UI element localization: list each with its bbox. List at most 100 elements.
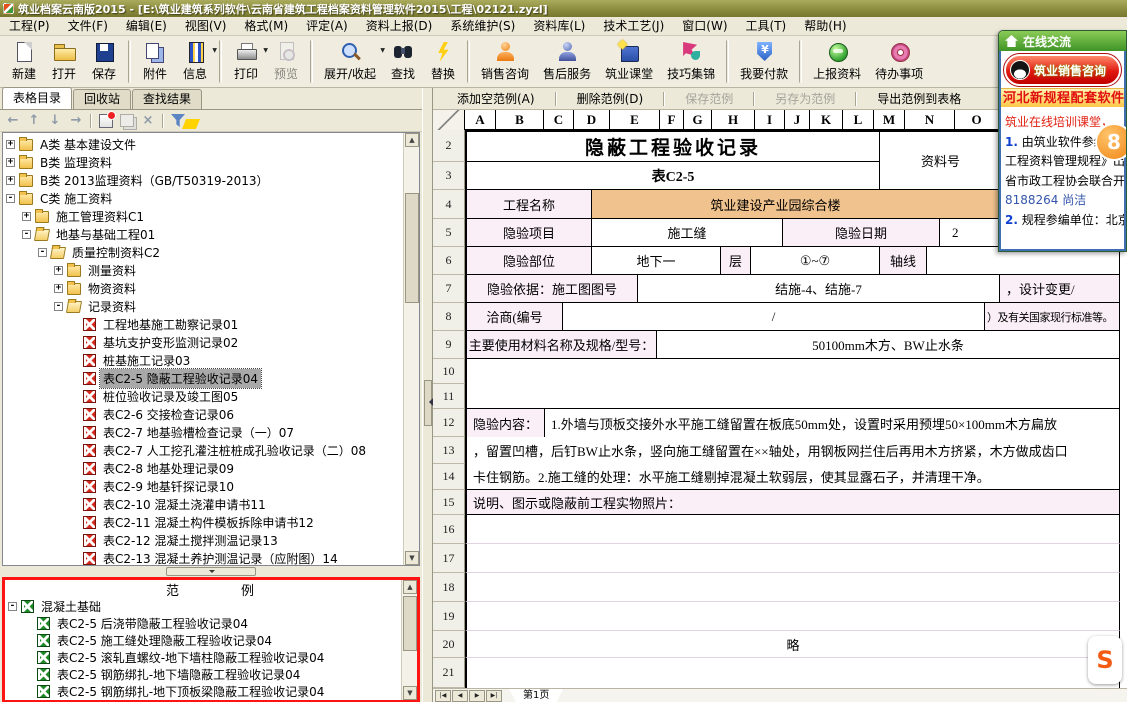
qq-sales-button[interactable]: 筑业销售咨询 [1004,54,1121,86]
column-header[interactable]: D [574,110,610,130]
dropdown-arrow-icon[interactable]: ▼ [212,47,217,54]
tree-item[interactable]: 表C2-11 混凝土构件模板拆除申请书12 [3,513,403,531]
tree-scrollbar[interactable]: ▲ ▼ [403,133,419,565]
attachment-button[interactable]: 附件 ▼ [135,36,175,87]
cell-hidden-part-label[interactable]: 隐验部位 [465,247,592,275]
tree-item[interactable]: 物资资料 [3,279,403,297]
tree-item[interactable]: B类 2013监理资料（GB/T50319-2013） [3,171,403,189]
splitter-collapse-left-icon[interactable] [424,380,432,426]
pay-button[interactable]: 我要付款 ▼ [733,36,795,87]
save-example-button[interactable]: 保存范例 [671,89,747,108]
delete-item-button[interactable]: × [141,113,155,128]
cell-axis-label[interactable]: 轴线 [880,247,927,275]
tree-item[interactable]: 测量资料 [3,261,403,279]
row-number[interactable]: 5 [433,219,465,247]
tree-expander-icon[interactable] [6,158,15,167]
cell-hidden-part-value[interactable]: 地下一 [592,247,721,275]
menu-item[interactable]: 工程(P) [0,18,59,35]
row-number[interactable]: 9 [433,331,465,359]
save-as-example-button[interactable]: 另存为范例 [761,89,849,108]
column-header[interactable]: N [905,110,955,130]
prev-sheet-button[interactable]: ◀ [452,690,468,702]
tree-item[interactable]: 质量控制资料C2 [3,243,403,261]
row-number[interactable]: 20 [433,631,465,658]
cell-omitted[interactable]: 略 [465,631,1120,658]
menu-item[interactable]: 技术工艺(J) [594,18,673,35]
row-number[interactable]: 3 [433,162,465,190]
last-sheet-button[interactable]: ▶| [486,690,502,702]
catalog-tab[interactable]: 回收站 [73,89,131,109]
column-header[interactable]: J [785,110,810,130]
first-sheet-button[interactable]: |◀ [435,690,451,702]
example-item[interactable]: 表C2-5 施工缝处理隐蔽工程验收记录04 [5,632,417,649]
column-header[interactable]: G [684,110,712,130]
cell-empty[interactable] [465,573,1120,602]
cell-hidden-item-value[interactable]: 施工缝 [592,219,783,247]
tree-expander-icon[interactable] [22,230,31,239]
example-item[interactable]: 表C2-5 钢筋绑扎-地下顶板梁隐蔽工程验收记录04 [5,683,417,700]
tree-item[interactable]: 表C2-5 隐蔽工程验收记录04 [3,369,403,387]
tree-item[interactable]: B类 监理资料 [3,153,403,171]
menu-item[interactable]: 帮助(H) [795,18,855,35]
cell-design-change-label[interactable]: ，设计变更/ [1000,275,1120,303]
scroll-up-icon[interactable]: ▲ [405,133,419,147]
examples-scrollbar-thumb[interactable] [403,596,417,651]
cell-empty[interactable] [465,515,1120,544]
cell-standards-label[interactable]: ）及有关国家现行标准等。 [985,303,1120,331]
column-header[interactable]: A [465,110,496,130]
column-header[interactable]: E [610,110,660,130]
title-bar[interactable]: 筑业档案云南版2015 - [E:\筑业建筑系列软件\云南省建筑工程档案资料管理… [0,0,1127,17]
row-number[interactable]: 8 [433,303,465,331]
scroll-down-icon[interactable]: ▼ [403,686,417,700]
row-number[interactable]: 12 [433,409,465,437]
menu-item[interactable]: 系统维护(S) [441,18,524,35]
cell-negotiation-value[interactable]: / [563,303,985,331]
cell-content-text-1[interactable]: 1.外墙与顶板交接外水平施工缝留置在板底50mm处，设置时采用预埋50×100m… [545,409,1120,437]
cell-floor-label[interactable]: 层 [721,247,751,275]
tree-item[interactable]: 地基与基础工程01 [3,225,403,243]
notification-badge[interactable]: 8 [1095,123,1127,161]
preview-button[interactable]: 预览 ▼ [266,36,306,87]
menu-item[interactable]: 资料上报(D) [357,18,442,35]
tree-item[interactable]: 表C2-9 地基钎探记录10 [3,477,403,495]
chat-line[interactable]: 8188264 尚洁 [1005,191,1120,211]
after-sales-button[interactable]: 售后服务 ▼ [536,36,598,87]
cell-empty[interactable] [465,384,1120,409]
tree-expander-icon[interactable] [22,212,31,221]
row-number[interactable]: 4 [433,190,465,219]
menu-item[interactable]: 文件(F) [59,18,117,35]
tree-expander-icon[interactable] [8,602,17,611]
info-button[interactable]: 信息 ▼ [175,36,215,87]
tree-expander-icon[interactable] [54,284,63,293]
row-number[interactable]: 21 [433,658,465,688]
tree-item[interactable]: 表C2-7 地基验槽检查记录（一）07 [3,423,403,441]
menu-item[interactable]: 评定(A) [297,18,357,35]
move-down-button[interactable]: ↓ [48,113,62,128]
row-number[interactable]: 10 [433,359,465,384]
chat-line[interactable]: 2. 规程参编单位：北京 [1005,211,1120,231]
tree-expander-icon[interactable] [54,266,63,275]
row-number[interactable]: 14 [433,464,465,490]
menu-item[interactable]: 窗口(W) [673,18,736,35]
add-item-button[interactable] [99,114,113,128]
tree-item[interactable]: 基坑支护变形监测记录02 [3,333,403,351]
select-all-corner[interactable] [433,110,465,130]
tips-button[interactable]: 技巧集锦 ▼ [660,36,722,87]
copy-item-button[interactable] [120,114,134,127]
cell-hidden-item-label[interactable]: 隐验项目 [465,219,592,247]
column-header[interactable]: I [755,110,785,130]
row-number[interactable]: 6 [433,247,465,275]
cell-hidden-date-label[interactable]: 隐验日期 [783,219,940,247]
row-number[interactable]: 11 [433,384,465,409]
delete-example-button[interactable]: 删除范例(D) [563,89,658,108]
tree-item[interactable]: A类 基本建设文件 [3,135,403,153]
column-header[interactable]: C [544,110,574,130]
filter-bolt-icon[interactable] [182,119,200,129]
tree-expander-icon[interactable] [54,302,63,311]
chat-title-bar[interactable]: 在线交流 [999,31,1126,51]
cell-axis-range-value[interactable]: ①~⑦ [751,247,880,275]
chat-line[interactable]: 省市政工程协会联合开 [1005,172,1120,192]
tree-item[interactable]: C类 施工资料 [3,189,403,207]
move-up-button[interactable]: ↑ [27,113,41,128]
sogou-input-icon[interactable]: S [1088,636,1122,684]
